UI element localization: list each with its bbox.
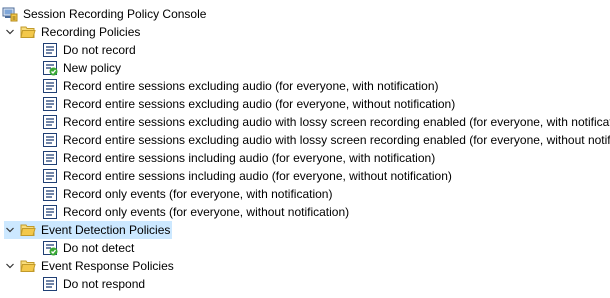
- policy-label: Record entire sessions including audio (…: [63, 169, 452, 183]
- policy-events-without-notification[interactable]: Record only events (for everyone, withou…: [42, 203, 351, 221]
- policy-do-not-record[interactable]: Do not record: [42, 41, 138, 59]
- policy-icon: [42, 78, 58, 94]
- policy-lossy-with-notification[interactable]: Record entire sessions excluding audio w…: [42, 113, 610, 131]
- policy-icon: [42, 132, 58, 148]
- policy-label: Record entire sessions excluding audio w…: [63, 115, 610, 129]
- folder-open-icon: [20, 258, 36, 274]
- policy-label: Record only events (for everyone, with n…: [63, 187, 333, 201]
- policy-tree: Session Recording Policy Console Recordi…: [0, 0, 610, 298]
- tree-root[interactable]: Session Recording Policy Console: [2, 5, 208, 23]
- policy-label: New policy: [63, 61, 122, 75]
- policy-icon: [42, 168, 58, 184]
- policy-events-with-notification[interactable]: Record only events (for everyone, with n…: [42, 185, 334, 203]
- group-label: Event Detection Policies: [41, 223, 171, 237]
- root-label: Session Recording Policy Console: [23, 7, 207, 21]
- policy-excl-audio-with-notification[interactable]: Record entire sessions excluding audio (…: [42, 77, 441, 95]
- policy-label: Do not detect: [63, 241, 135, 255]
- policy-incl-audio-with-notification[interactable]: Record entire sessions including audio (…: [42, 149, 437, 167]
- policy-label: Record entire sessions including audio (…: [63, 151, 436, 165]
- policy-new-policy[interactable]: New policy: [42, 59, 123, 77]
- policy-icon: [42, 204, 58, 220]
- policy-icon: [42, 114, 58, 130]
- folder-open-icon: [20, 24, 36, 40]
- chevron-down-icon[interactable]: [4, 257, 16, 275]
- group-event-response-policies[interactable]: Event Response Policies: [4, 257, 176, 275]
- group-event-detection-policies[interactable]: Event Detection Policies: [4, 221, 173, 239]
- policy-icon: [42, 186, 58, 202]
- policy-incl-audio-without-notification[interactable]: Record entire sessions including audio (…: [42, 167, 454, 185]
- chevron-down-icon[interactable]: [4, 221, 16, 239]
- folder-open-icon: [20, 222, 36, 238]
- policy-label: Record entire sessions excluding audio (…: [63, 97, 456, 111]
- console-icon: [2, 6, 18, 22]
- policy-lossy-without-notification[interactable]: Record entire sessions excluding audio w…: [42, 131, 610, 149]
- policy-label: Do not record: [63, 43, 136, 57]
- policy-active-icon: [42, 240, 58, 256]
- policy-label: Do not respond: [63, 277, 146, 291]
- policy-do-not-respond[interactable]: Do not respond: [42, 275, 147, 293]
- policy-icon: [42, 276, 58, 292]
- policy-label: Record entire sessions excluding audio (…: [63, 79, 439, 93]
- policy-label: Record entire sessions excluding audio w…: [63, 133, 610, 147]
- group-recording-policies[interactable]: Recording Policies: [4, 23, 142, 41]
- policy-label: Record only events (for everyone, withou…: [63, 205, 350, 219]
- chevron-down-icon[interactable]: [4, 23, 16, 41]
- policy-active-icon: [42, 60, 58, 76]
- group-label: Event Response Policies: [41, 259, 174, 273]
- policy-icon: [42, 150, 58, 166]
- policy-do-not-detect[interactable]: Do not detect: [42, 239, 136, 257]
- policy-icon: [42, 96, 58, 112]
- policy-excl-audio-without-notification[interactable]: Record entire sessions excluding audio (…: [42, 95, 457, 113]
- group-label: Recording Policies: [41, 25, 141, 39]
- policy-icon: [42, 42, 58, 58]
